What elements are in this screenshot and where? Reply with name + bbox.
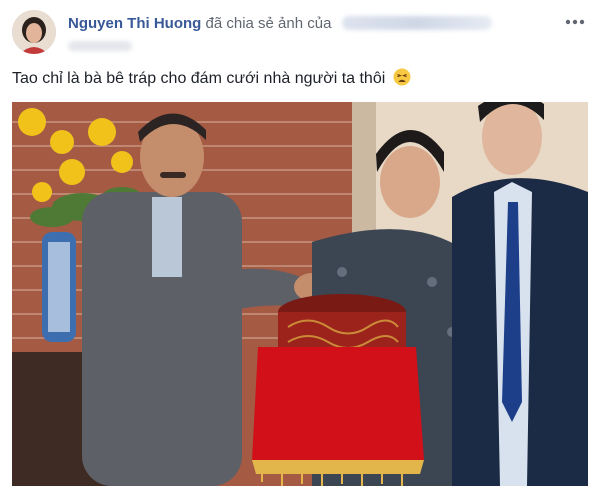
share-action-text: đã chia sẻ ảnh của [205, 15, 332, 32]
post-photo[interactable] [12, 102, 588, 486]
post-header: Nguyen Thi Huong đã chia sẻ ảnh của [12, 10, 590, 60]
wedding-photo [12, 102, 588, 486]
author-avatar[interactable] [12, 10, 56, 54]
blurred-post-timestamp [68, 41, 132, 51]
post-title-line: Nguyen Thi Huong đã chia sẻ ảnh của [68, 15, 492, 32]
author-name[interactable]: Nguyen Thi Huong [68, 15, 201, 32]
avatar-photo [12, 10, 56, 54]
post-caption: Tao chỉ là bà bê tráp cho đám cưới nhà n… [12, 68, 411, 91]
blurred-original-poster-name [341, 16, 492, 30]
caption-text: Tao chỉ là bà bê tráp cho đám cưới nhà n… [12, 70, 386, 87]
tired-face-emoji-icon [393, 68, 411, 91]
facebook-post: Nguyen Thi Huong đã chia sẻ ảnh của Tao … [0, 0, 600, 496]
more-options-icon[interactable] [564, 14, 586, 30]
